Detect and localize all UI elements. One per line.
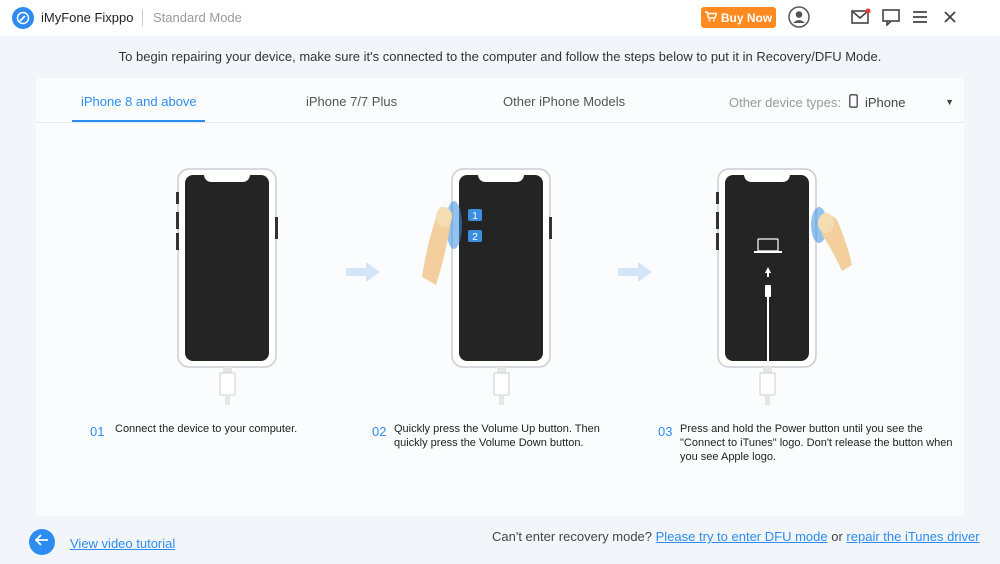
tab-iphone-8-above[interactable]: iPhone 8 and above <box>81 94 197 109</box>
mode-label: Standard Mode <box>153 10 242 25</box>
step-3-number: 03 <box>658 424 673 439</box>
device-type-select[interactable]: iPhone ▼ <box>849 91 954 113</box>
chat-icon[interactable] <box>880 6 902 28</box>
video-tutorial-link[interactable]: View video tutorial <box>70 536 175 551</box>
phone-illustration-step-1 <box>176 167 280 412</box>
menu-icon[interactable] <box>909 6 931 28</box>
tab-other-iphone[interactable]: Other iPhone Models <box>503 94 625 109</box>
phone-illustration-step-3 <box>716 167 856 412</box>
device-types-label: Other device types: <box>729 95 841 110</box>
arrow-right-icon <box>346 262 380 287</box>
step-1-text: Connect the device to your computer. <box>115 423 298 435</box>
user-icon[interactable] <box>788 6 810 28</box>
step-1-number: 01 <box>90 424 105 439</box>
dfu-mode-link[interactable]: Please try to enter DFU mode <box>656 529 828 544</box>
title-separator <box>142 10 143 26</box>
arrow-left-icon <box>34 533 49 551</box>
title-bar: iMyFone Fixppo Standard Mode Buy Now <box>0 0 1000 36</box>
phone-small-icon <box>849 93 858 111</box>
mail-icon[interactable] <box>850 6 872 28</box>
phone-illustration-step-2: 1 2 <box>418 167 554 412</box>
instruction-text: To begin repairing your device, make sur… <box>118 49 882 64</box>
caret-down-icon: ▼ <box>945 97 954 107</box>
app-logo-icon <box>12 7 34 29</box>
arrow-right-icon <box>618 262 652 287</box>
back-button[interactable] <box>29 529 55 555</box>
tabs-divider <box>36 122 964 123</box>
volume-down-badge: 2 <box>472 232 478 243</box>
device-type-value: iPhone <box>865 94 906 110</box>
step-2-text: Quickly press the Volume Up button. Then… <box>394 423 600 449</box>
tab-iphone-7[interactable]: iPhone 7/7 Plus <box>306 94 397 109</box>
or-text: or <box>831 529 843 544</box>
itunes-driver-link[interactable]: repair the iTunes driver <box>846 529 979 544</box>
buy-now-button[interactable]: Buy Now <box>701 7 776 28</box>
recovery-prompt: Can't enter recovery mode? <box>492 529 653 544</box>
cart-icon <box>704 10 718 25</box>
close-icon[interactable] <box>939 6 961 28</box>
volume-up-badge: 1 <box>472 211 478 222</box>
step-2-number: 02 <box>372 424 387 439</box>
recovery-help-text: Can't enter recovery mode? Please try to… <box>492 529 980 544</box>
buy-now-label: Buy Now <box>720 10 773 25</box>
app-name: iMyFone Fixppo <box>41 10 134 25</box>
step-3-text: Press and hold the Power button until yo… <box>680 423 953 463</box>
